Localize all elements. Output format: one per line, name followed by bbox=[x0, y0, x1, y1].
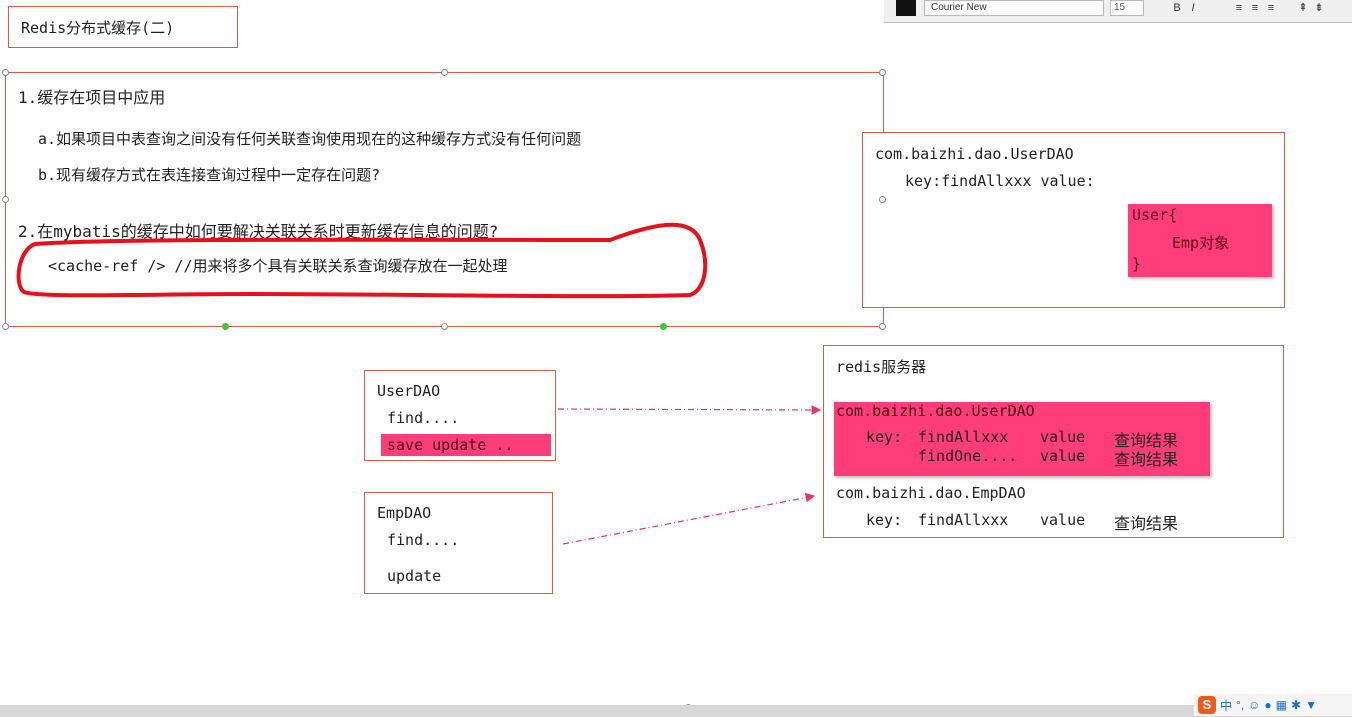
skin-icon[interactable]: ▼ bbox=[1305, 698, 1317, 712]
userdao-cache-highlight: com.baizhi.dao.UserDAO key: findAllxxx v… bbox=[834, 402, 1210, 476]
sogou-logo-icon[interactable]: S bbox=[1198, 696, 1216, 714]
arrow-empdao-to-redis[interactable] bbox=[562, 492, 816, 545]
emoji-icon[interactable]: ☺ bbox=[1248, 698, 1260, 712]
redis-title: redis服务器 bbox=[836, 358, 927, 376]
keyboard-icon[interactable]: ▦ bbox=[1276, 698, 1287, 712]
redis-ns1: com.baizhi.dao.UserDAO bbox=[836, 402, 1035, 420]
tools-icon[interactable]: ✱ bbox=[1291, 698, 1301, 712]
redis-ns1-row1-value: value bbox=[1040, 428, 1086, 446]
ime-language[interactable]: 中 bbox=[1220, 697, 1232, 714]
redis-ns2: com.baizhi.dao.EmpDAO bbox=[836, 484, 1026, 502]
redis-ns1-key-label: key: bbox=[866, 428, 903, 446]
ime-toolbar[interactable]: S 中 °, ☺ ● ▦ ✱ ▼ bbox=[1194, 694, 1352, 716]
redis-ns2-key-label: key: bbox=[866, 511, 903, 529]
microphone-icon[interactable]: ● bbox=[1264, 698, 1271, 712]
punctuation-icon[interactable]: °, bbox=[1236, 698, 1244, 712]
redis-ns2-row1-result: 查询结果 bbox=[1114, 514, 1179, 533]
redis-ns1-row2-result: 查询结果 bbox=[1114, 450, 1179, 469]
redis-ns2-row1-key: findAllxxx bbox=[918, 511, 1009, 529]
status-bar bbox=[0, 705, 1352, 717]
redis-ns2-row1-value: value bbox=[1040, 511, 1086, 529]
redis-ns1-row2-value: value bbox=[1040, 447, 1086, 465]
arrow-userdao-to-redis[interactable] bbox=[557, 405, 822, 415]
redis-ns1-row2-key: findOne.... bbox=[918, 447, 1018, 465]
redis-server-box[interactable]: redis服务器 com.baizhi.dao.UserDAO key: fin… bbox=[823, 345, 1284, 538]
redis-ns1-row1-key: findAllxxx bbox=[918, 428, 1009, 446]
